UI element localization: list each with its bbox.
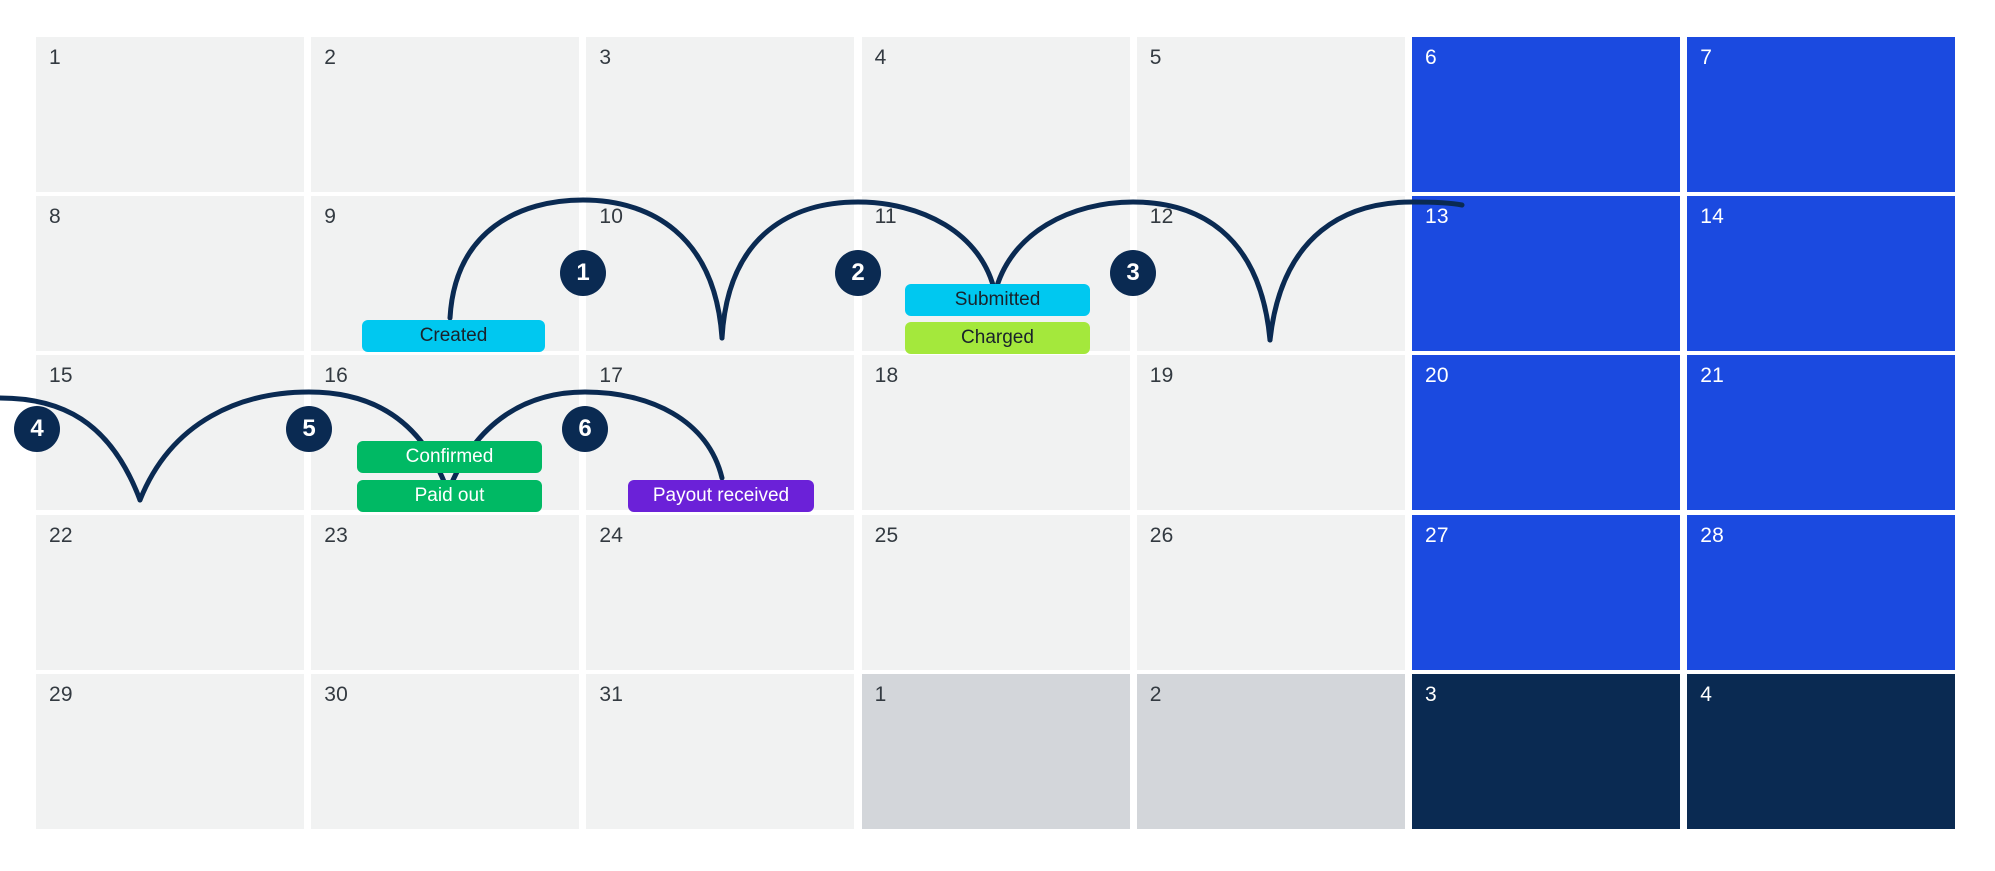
calendar-day-cell[interactable]: 2 (311, 37, 580, 192)
day-number: 31 (599, 682, 624, 706)
calendar-day-cell[interactable]: 27 (1412, 514, 1680, 670)
calendar-day-cell[interactable]: 2 (1136, 673, 1405, 829)
calendar-day-cell[interactable]: 6 (1412, 37, 1680, 192)
day-number: 15 (49, 364, 73, 388)
day-number: 26 (1149, 523, 1174, 547)
calendar-day-cell[interactable]: 13 (1412, 196, 1680, 352)
day-number: 11 (874, 205, 897, 229)
calendar-week-row: 1 2 3 4 5 6 7 (36, 37, 1958, 192)
day-number: 1 (874, 682, 887, 706)
calendar-week-row: 29 30 31 1 2 3 4 (36, 673, 1958, 829)
day-number: 28 (1700, 523, 1724, 547)
calendar-day-cell[interactable]: 8 (36, 196, 304, 352)
calendar-day-cell[interactable]: 26 (1136, 514, 1405, 670)
day-number: 4 (874, 46, 887, 69)
day-number: 30 (324, 682, 348, 706)
calendar-day-cell[interactable]: 7 (1687, 37, 1956, 192)
day-number: 5 (1149, 46, 1162, 69)
day-number: 3 (599, 46, 612, 69)
calendar-day-cell[interactable]: 25 (861, 514, 1130, 670)
day-number: 8 (49, 205, 61, 229)
calendar-day-cell[interactable]: 11 (861, 196, 1130, 352)
calendar-day-cell[interactable]: 12 (1136, 196, 1405, 352)
calendar-day-cell[interactable]: 4 (861, 37, 1130, 192)
calendar-day-cell[interactable]: 21 (1687, 355, 1956, 511)
calendar-day-cell[interactable]: 14 (1687, 196, 1956, 352)
calendar-day-cell[interactable]: 22 (36, 514, 304, 670)
day-number: 3 (1425, 682, 1437, 706)
calendar-day-cell[interactable]: 4 (1687, 673, 1956, 829)
calendar-day-cell[interactable]: 16 (311, 355, 580, 511)
calendar-day-cell[interactable]: 29 (36, 673, 304, 829)
day-number: 29 (49, 682, 73, 706)
calendar-day-cell[interactable]: 1 (36, 37, 304, 192)
day-number: 1 (49, 46, 61, 69)
day-number: 10 (599, 205, 624, 229)
calendar-day-cell[interactable]: 19 (1136, 355, 1405, 511)
calendar-day-cell[interactable]: 3 (586, 37, 855, 192)
day-number: 16 (324, 364, 348, 388)
calendar-day-cell[interactable]: 31 (586, 673, 855, 829)
calendar-day-cell[interactable]: 30 (311, 673, 580, 829)
day-number: 7 (1700, 46, 1713, 69)
day-number: 2 (1149, 682, 1162, 706)
calendar-day-cell[interactable]: 24 (586, 514, 855, 670)
day-number: 2 (324, 46, 337, 69)
day-number: 23 (324, 523, 348, 547)
calendar-day-cell[interactable]: 1 (861, 673, 1130, 829)
calendar-day-cell[interactable]: 3 (1412, 673, 1680, 829)
day-number: 14 (1700, 205, 1724, 229)
calendar-week-row: 15 16 17 18 19 20 21 (36, 355, 1958, 511)
calendar-week-row: 8 9 10 11 12 13 14 (36, 196, 1958, 352)
day-number: 9 (324, 205, 337, 229)
calendar-day-cell[interactable]: 18 (861, 355, 1130, 511)
day-number: 18 (874, 364, 899, 388)
day-number: 22 (49, 523, 73, 547)
day-number: 4 (1700, 682, 1713, 706)
day-number: 27 (1425, 523, 1449, 547)
calendar-day-cell[interactable]: 20 (1412, 355, 1680, 511)
calendar-day-cell[interactable]: 17 (586, 355, 855, 511)
day-number: 24 (599, 523, 624, 547)
calendar-day-cell[interactable]: 5 (1136, 37, 1405, 192)
calendar-day-cell[interactable]: 28 (1687, 514, 1956, 670)
day-number: 21 (1700, 364, 1724, 388)
day-number: 17 (599, 364, 624, 388)
calendar-day-cell[interactable]: 10 (586, 196, 855, 352)
day-number: 20 (1425, 364, 1449, 388)
day-number: 19 (1149, 364, 1174, 388)
calendar-day-cell[interactable]: 9 (311, 196, 580, 352)
calendar-week-row: 22 23 24 25 26 27 28 (36, 514, 1958, 670)
calendar-timeline-diagram: 1 2 3 4 5 6 7 8 9 10 11 12 13 14 15 16 17 18 19 20 21 22 23 24 2… (0, 0, 1995, 871)
calendar-day-cell[interactable]: 15 (36, 355, 304, 511)
calendar-grid: 1 2 3 4 5 6 7 8 9 10 11 12 13 14 15 16 17 18 19 20 21 22 23 24 2… (36, 37, 1958, 833)
day-number: 6 (1425, 46, 1437, 69)
day-number: 25 (874, 523, 899, 547)
day-number: 12 (1149, 205, 1174, 229)
calendar-day-cell[interactable]: 23 (311, 514, 580, 670)
day-number: 13 (1425, 205, 1449, 229)
